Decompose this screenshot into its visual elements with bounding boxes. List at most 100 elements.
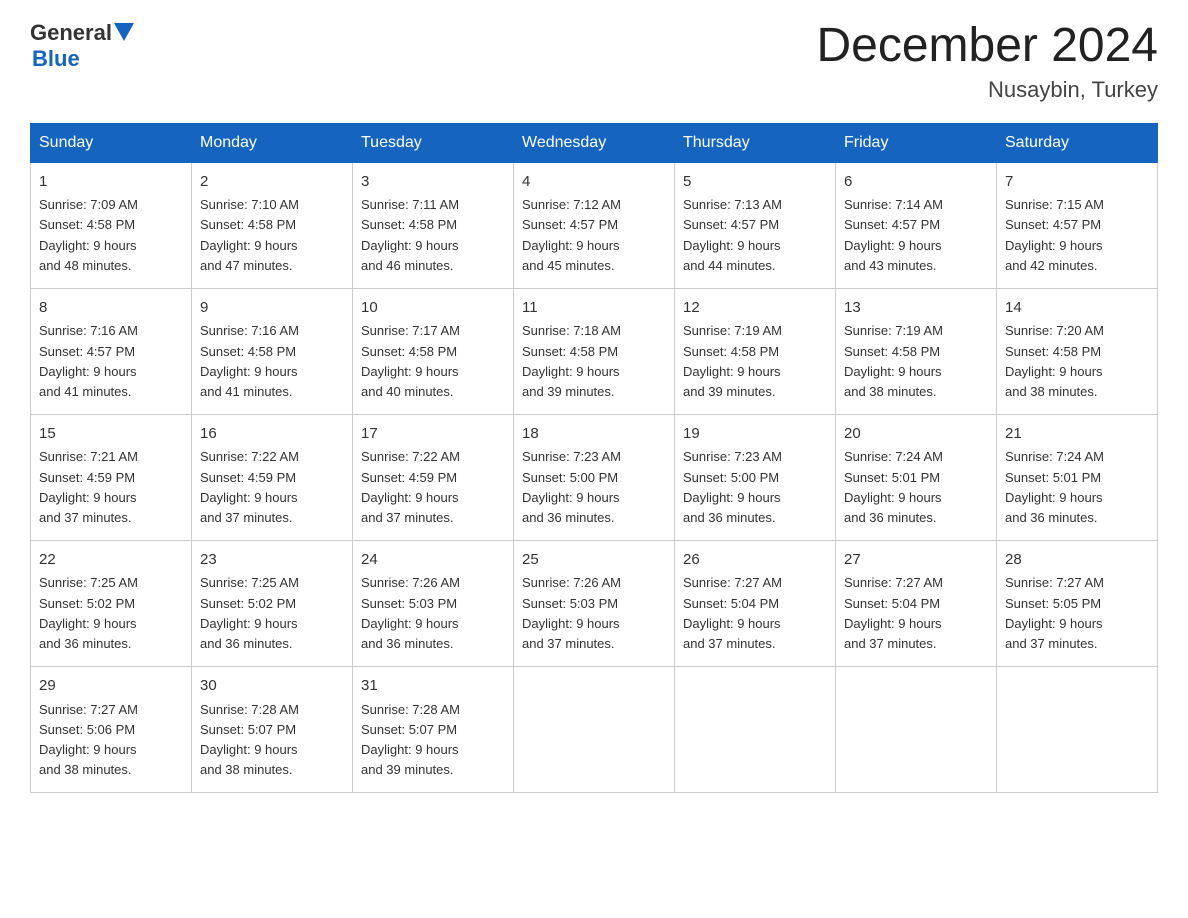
day-info: Sunrise: 7:27 AMSunset: 5:05 PMDaylight:… — [1005, 573, 1149, 654]
day-cell: 6 Sunrise: 7:14 AMSunset: 4:57 PMDayligh… — [836, 162, 997, 288]
day-cell: 20 Sunrise: 7:24 AMSunset: 5:01 PMDaylig… — [836, 414, 997, 540]
day-number: 23 — [200, 549, 344, 572]
logo: General Blue — [30, 20, 134, 72]
day-cell: 10 Sunrise: 7:17 AMSunset: 4:58 PMDaylig… — [353, 288, 514, 414]
day-number: 4 — [522, 171, 666, 194]
day-info: Sunrise: 7:25 AMSunset: 5:02 PMDaylight:… — [200, 573, 344, 654]
day-number: 15 — [39, 423, 183, 446]
day-cell: 23 Sunrise: 7:25 AMSunset: 5:02 PMDaylig… — [192, 540, 353, 666]
day-cell: 12 Sunrise: 7:19 AMSunset: 4:58 PMDaylig… — [675, 288, 836, 414]
day-number: 16 — [200, 423, 344, 446]
day-cell: 27 Sunrise: 7:27 AMSunset: 5:04 PMDaylig… — [836, 540, 997, 666]
day-cell: 2 Sunrise: 7:10 AMSunset: 4:58 PMDayligh… — [192, 162, 353, 288]
weekday-header-thursday: Thursday — [675, 123, 836, 162]
day-cell: 1 Sunrise: 7:09 AMSunset: 4:58 PMDayligh… — [31, 162, 192, 288]
day-info: Sunrise: 7:26 AMSunset: 5:03 PMDaylight:… — [522, 573, 666, 654]
day-number: 9 — [200, 297, 344, 320]
logo-general: General — [30, 20, 112, 46]
day-number: 19 — [683, 423, 827, 446]
day-number: 13 — [844, 297, 988, 320]
day-info: Sunrise: 7:20 AMSunset: 4:58 PMDaylight:… — [1005, 321, 1149, 402]
day-number: 11 — [522, 297, 666, 320]
day-number: 29 — [39, 675, 183, 698]
day-cell: 17 Sunrise: 7:22 AMSunset: 4:59 PMDaylig… — [353, 414, 514, 540]
day-number: 17 — [361, 423, 505, 446]
day-info: Sunrise: 7:16 AMSunset: 4:57 PMDaylight:… — [39, 321, 183, 402]
day-cell: 19 Sunrise: 7:23 AMSunset: 5:00 PMDaylig… — [675, 414, 836, 540]
day-number: 30 — [200, 675, 344, 698]
weekday-header-sunday: Sunday — [31, 123, 192, 162]
day-cell: 29 Sunrise: 7:27 AMSunset: 5:06 PMDaylig… — [31, 667, 192, 793]
day-number: 26 — [683, 549, 827, 572]
day-info: Sunrise: 7:23 AMSunset: 5:00 PMDaylight:… — [683, 447, 827, 528]
day-info: Sunrise: 7:15 AMSunset: 4:57 PMDaylight:… — [1005, 195, 1149, 276]
day-cell: 30 Sunrise: 7:28 AMSunset: 5:07 PMDaylig… — [192, 667, 353, 793]
day-number: 25 — [522, 549, 666, 572]
week-row-1: 1 Sunrise: 7:09 AMSunset: 4:58 PMDayligh… — [31, 162, 1158, 288]
day-info: Sunrise: 7:13 AMSunset: 4:57 PMDaylight:… — [683, 195, 827, 276]
day-number: 3 — [361, 171, 505, 194]
day-cell: 18 Sunrise: 7:23 AMSunset: 5:00 PMDaylig… — [514, 414, 675, 540]
day-cell: 26 Sunrise: 7:27 AMSunset: 5:04 PMDaylig… — [675, 540, 836, 666]
day-number: 6 — [844, 171, 988, 194]
day-cell: 25 Sunrise: 7:26 AMSunset: 5:03 PMDaylig… — [514, 540, 675, 666]
weekday-header-wednesday: Wednesday — [514, 123, 675, 162]
day-number: 18 — [522, 423, 666, 446]
week-row-4: 22 Sunrise: 7:25 AMSunset: 5:02 PMDaylig… — [31, 540, 1158, 666]
day-cell — [997, 667, 1158, 793]
day-cell: 11 Sunrise: 7:18 AMSunset: 4:58 PMDaylig… — [514, 288, 675, 414]
day-number: 22 — [39, 549, 183, 572]
day-info: Sunrise: 7:22 AMSunset: 4:59 PMDaylight:… — [200, 447, 344, 528]
day-number: 21 — [1005, 423, 1149, 446]
weekday-header-tuesday: Tuesday — [353, 123, 514, 162]
day-info: Sunrise: 7:28 AMSunset: 5:07 PMDaylight:… — [200, 700, 344, 781]
day-cell: 24 Sunrise: 7:26 AMSunset: 5:03 PMDaylig… — [353, 540, 514, 666]
weekday-header-friday: Friday — [836, 123, 997, 162]
day-cell: 13 Sunrise: 7:19 AMSunset: 4:58 PMDaylig… — [836, 288, 997, 414]
weekday-header-row: SundayMondayTuesdayWednesdayThursdayFrid… — [31, 123, 1158, 162]
day-number: 10 — [361, 297, 505, 320]
day-number: 1 — [39, 171, 183, 194]
day-cell: 22 Sunrise: 7:25 AMSunset: 5:02 PMDaylig… — [31, 540, 192, 666]
day-info: Sunrise: 7:11 AMSunset: 4:58 PMDaylight:… — [361, 195, 505, 276]
day-number: 24 — [361, 549, 505, 572]
page-header: General Blue December 2024 Nusaybin, Tur… — [30, 20, 1158, 103]
weekday-header-monday: Monday — [192, 123, 353, 162]
day-number: 7 — [1005, 171, 1149, 194]
day-cell: 5 Sunrise: 7:13 AMSunset: 4:57 PMDayligh… — [675, 162, 836, 288]
day-number: 5 — [683, 171, 827, 194]
day-cell: 28 Sunrise: 7:27 AMSunset: 5:05 PMDaylig… — [997, 540, 1158, 666]
day-number: 12 — [683, 297, 827, 320]
day-number: 14 — [1005, 297, 1149, 320]
day-number: 27 — [844, 549, 988, 572]
day-cell: 16 Sunrise: 7:22 AMSunset: 4:59 PMDaylig… — [192, 414, 353, 540]
day-info: Sunrise: 7:19 AMSunset: 4:58 PMDaylight:… — [844, 321, 988, 402]
day-info: Sunrise: 7:17 AMSunset: 4:58 PMDaylight:… — [361, 321, 505, 402]
day-info: Sunrise: 7:16 AMSunset: 4:58 PMDaylight:… — [200, 321, 344, 402]
day-cell — [836, 667, 997, 793]
day-info: Sunrise: 7:10 AMSunset: 4:58 PMDaylight:… — [200, 195, 344, 276]
day-cell: 15 Sunrise: 7:21 AMSunset: 4:59 PMDaylig… — [31, 414, 192, 540]
day-number: 31 — [361, 675, 505, 698]
location: Nusaybin, Turkey — [816, 77, 1158, 103]
calendar-table: SundayMondayTuesdayWednesdayThursdayFrid… — [30, 123, 1158, 793]
day-info: Sunrise: 7:12 AMSunset: 4:57 PMDaylight:… — [522, 195, 666, 276]
day-info: Sunrise: 7:19 AMSunset: 4:58 PMDaylight:… — [683, 321, 827, 402]
day-cell: 3 Sunrise: 7:11 AMSunset: 4:58 PMDayligh… — [353, 162, 514, 288]
day-cell: 14 Sunrise: 7:20 AMSunset: 4:58 PMDaylig… — [997, 288, 1158, 414]
day-cell: 4 Sunrise: 7:12 AMSunset: 4:57 PMDayligh… — [514, 162, 675, 288]
week-row-2: 8 Sunrise: 7:16 AMSunset: 4:57 PMDayligh… — [31, 288, 1158, 414]
day-number: 2 — [200, 171, 344, 194]
weekday-header-saturday: Saturday — [997, 123, 1158, 162]
day-info: Sunrise: 7:27 AMSunset: 5:04 PMDaylight:… — [683, 573, 827, 654]
day-cell: 8 Sunrise: 7:16 AMSunset: 4:57 PMDayligh… — [31, 288, 192, 414]
day-info: Sunrise: 7:09 AMSunset: 4:58 PMDaylight:… — [39, 195, 183, 276]
day-info: Sunrise: 7:22 AMSunset: 4:59 PMDaylight:… — [361, 447, 505, 528]
logo-blue: Blue — [32, 46, 80, 72]
day-cell — [675, 667, 836, 793]
day-info: Sunrise: 7:14 AMSunset: 4:57 PMDaylight:… — [844, 195, 988, 276]
day-cell — [514, 667, 675, 793]
day-cell: 9 Sunrise: 7:16 AMSunset: 4:58 PMDayligh… — [192, 288, 353, 414]
day-number: 8 — [39, 297, 183, 320]
day-info: Sunrise: 7:18 AMSunset: 4:58 PMDaylight:… — [522, 321, 666, 402]
